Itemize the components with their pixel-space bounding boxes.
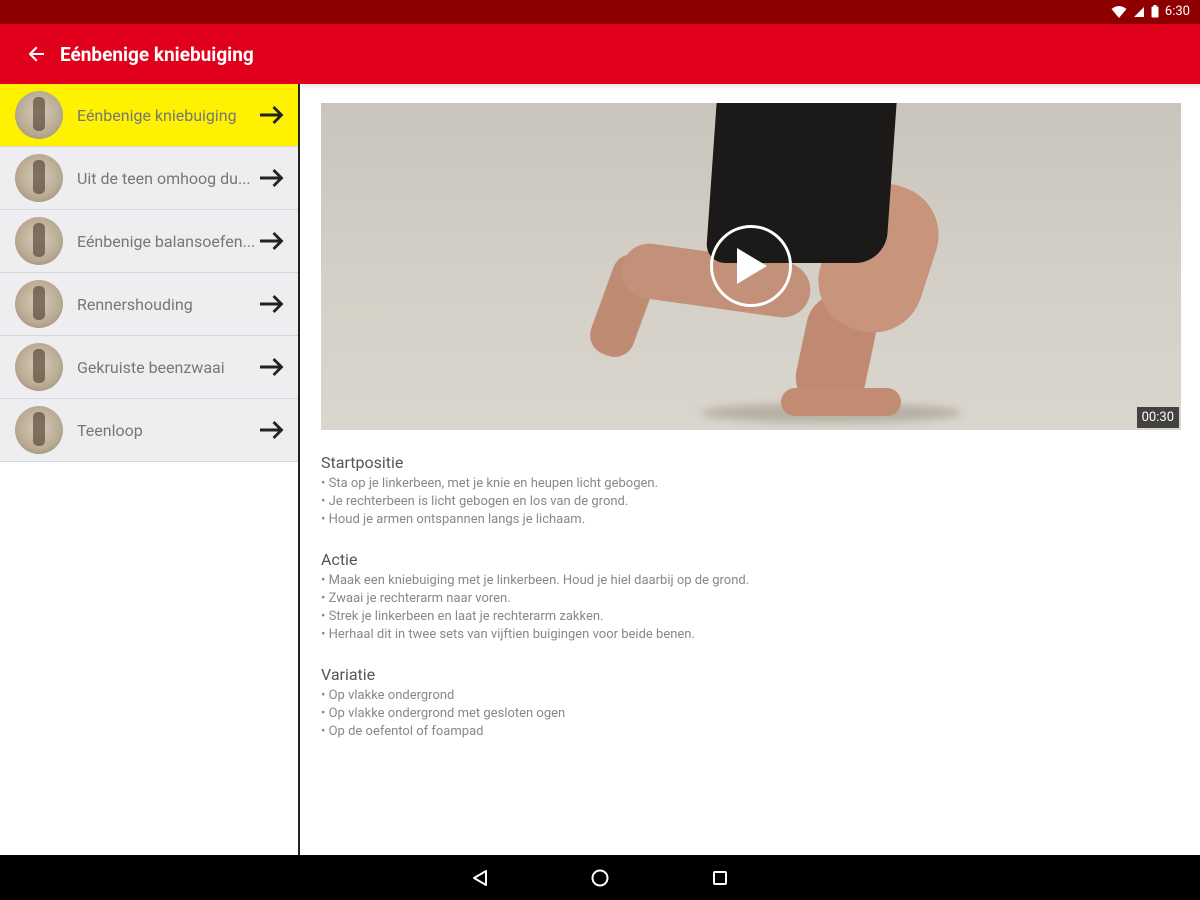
list-item[interactable]: Rennershouding xyxy=(0,273,298,336)
list-item[interactable]: Gekruiste beenzwaai xyxy=(0,336,298,399)
wifi-icon xyxy=(1111,5,1127,19)
video-duration: 00:30 xyxy=(1136,407,1179,428)
navigation-bar xyxy=(0,855,1200,900)
section-startpositie: Startpositie • Sta op je linkerbeen, met… xyxy=(321,453,1181,529)
nav-home-button[interactable] xyxy=(585,863,615,893)
exercise-thumbnail xyxy=(15,217,63,265)
triangle-back-icon xyxy=(473,869,487,886)
list-item[interactable]: Eénbenige kniebuiging xyxy=(0,84,298,147)
section-line: • Strek je linkerbeen en laat je rechter… xyxy=(321,609,604,624)
section-title: Variatie xyxy=(321,665,376,684)
arrow-left-icon xyxy=(28,46,44,62)
status-time: 6:30 xyxy=(1164,4,1190,19)
arrow-right-icon xyxy=(260,292,286,316)
section-line: • Je rechterbeen is licht gebogen en los… xyxy=(321,494,629,509)
section-title: Actie xyxy=(321,550,358,569)
exercise-thumbnail xyxy=(15,280,63,328)
section-title: Startpositie xyxy=(321,453,404,472)
section-actie: Actie • Maak een kniebuiging met je link… xyxy=(321,550,1181,644)
section-line: • Sta op je linkerbeen, met je knie en h… xyxy=(321,476,658,491)
exercise-thumbnail xyxy=(15,343,63,391)
list-item-label: Eénbenige kniebuiging xyxy=(77,105,237,125)
list-item-label: Gekruiste beenzwaai xyxy=(77,357,225,377)
exercise-thumbnail xyxy=(15,154,63,202)
list-item[interactable]: Uit de teen omhoog du... xyxy=(0,147,298,210)
section-line: • Op de oefentol of foampad xyxy=(321,724,484,739)
list-item-label: Teenloop xyxy=(77,420,143,440)
arrow-right-icon xyxy=(260,229,286,253)
arrow-right-icon xyxy=(260,166,286,190)
page-title: Eénbenige kniebuiging xyxy=(60,42,254,66)
section-line: • Zwaai je rechterarm naar voren. xyxy=(321,591,511,606)
app-bar: Eénbenige kniebuiging xyxy=(0,24,1200,84)
list-item[interactable]: Teenloop xyxy=(0,399,298,462)
arrow-right-icon xyxy=(260,418,286,442)
back-button[interactable] xyxy=(0,24,56,84)
exercise-detail: 00:30 Startpositie • Sta op je linkerbee… xyxy=(302,84,1200,855)
square-recents-icon xyxy=(713,870,727,885)
section-line: • Op vlakke ondergrond met gesloten ogen xyxy=(321,706,566,721)
battery-icon xyxy=(1151,5,1159,18)
divider xyxy=(302,84,1200,90)
exercise-list: Eénbenige kniebuiging Uit de teen omhoog… xyxy=(0,84,300,855)
video-player[interactable]: 00:30 xyxy=(321,103,1181,430)
list-item-label: Uit de teen omhoog du... xyxy=(77,168,251,188)
list-item[interactable]: Eénbenige balansoefen... xyxy=(0,210,298,273)
list-item-label: Eénbenige balansoefen... xyxy=(77,231,256,251)
section-variatie: Variatie • Op vlakke ondergrond • Op vla… xyxy=(321,665,1181,741)
nav-recents-button[interactable] xyxy=(705,863,735,893)
status-bar: 6:30 xyxy=(0,0,1200,24)
section-line: • Herhaal dit in twee sets van vijftien … xyxy=(321,627,695,642)
play-icon xyxy=(737,248,767,284)
signal-icon xyxy=(1133,6,1145,18)
exercise-thumbnail xyxy=(15,406,63,454)
play-button[interactable] xyxy=(710,225,792,307)
exercise-thumbnail xyxy=(15,91,63,139)
arrow-right-icon xyxy=(260,103,286,127)
section-line: • Maak een kniebuiging met je linkerbeen… xyxy=(321,573,750,588)
list-item-label: Rennershouding xyxy=(77,294,193,314)
nav-back-button[interactable] xyxy=(465,863,495,893)
section-line: • Op vlakke ondergrond xyxy=(321,688,455,703)
section-line: • Houd je armen ontspannen langs je lich… xyxy=(321,512,586,527)
arrow-right-icon xyxy=(260,355,286,379)
circle-home-icon xyxy=(591,869,609,886)
